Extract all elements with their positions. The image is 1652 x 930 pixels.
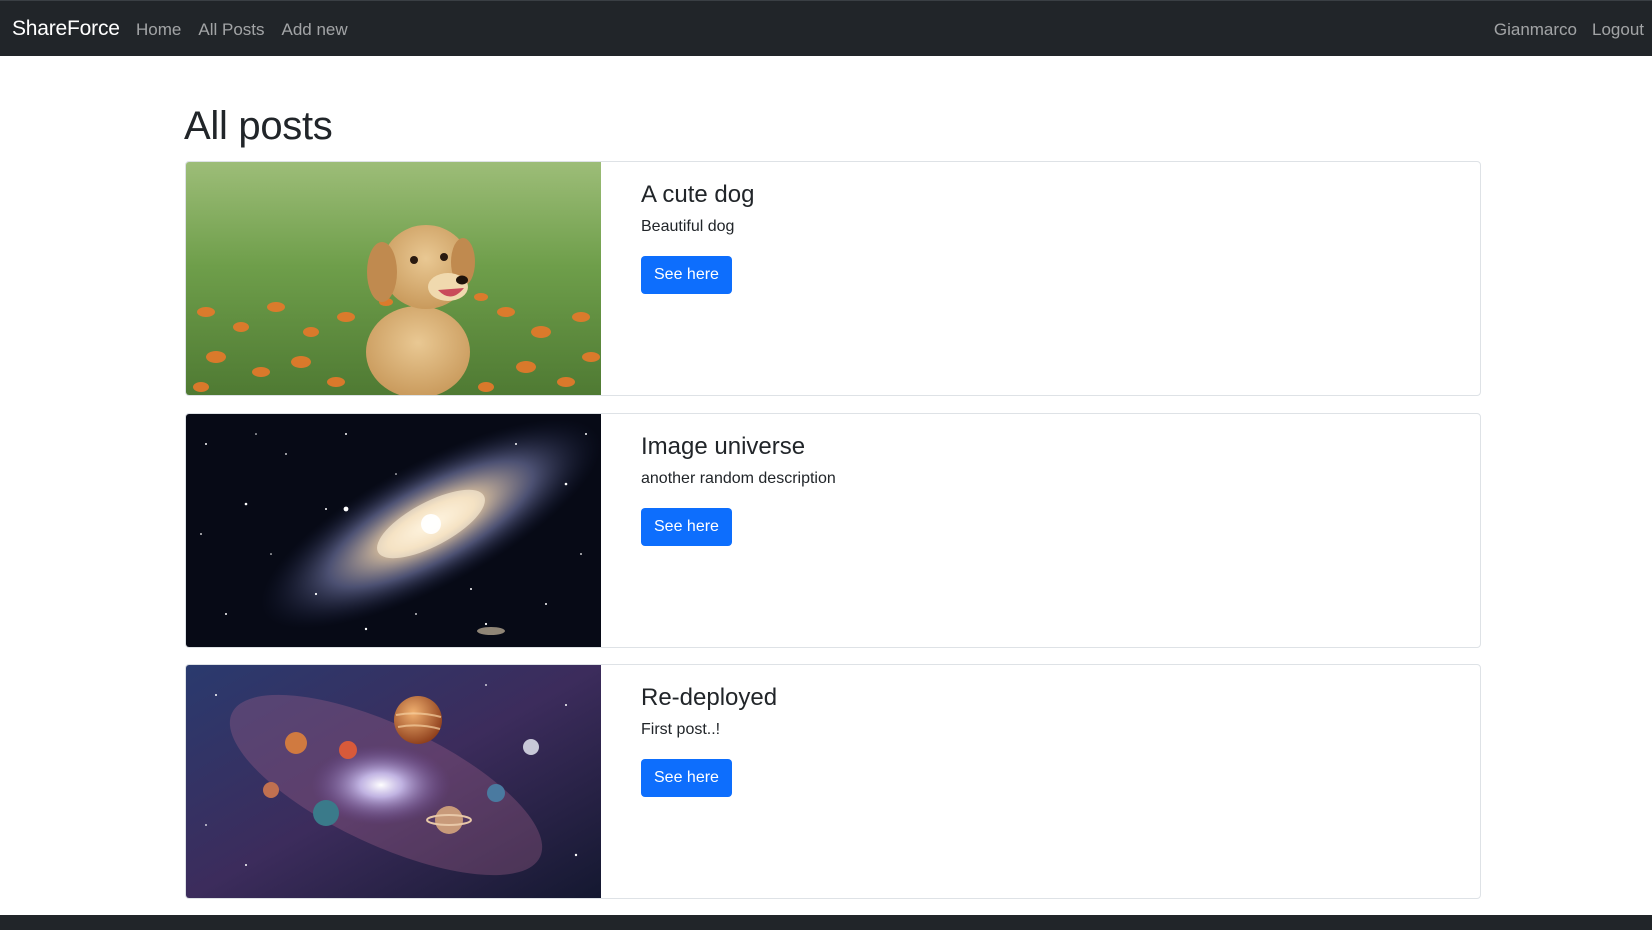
post-card: Re-deployed First post..! See here	[185, 664, 1481, 899]
post-title: Re-deployed	[641, 684, 778, 711]
post-image-dog	[186, 162, 601, 395]
post-card: A cute dog Beautiful dog See here	[185, 161, 1481, 396]
nav-link-home[interactable]: Home	[136, 20, 181, 40]
post-description: another random description	[641, 470, 836, 487]
post-card: Image universe another random descriptio…	[185, 413, 1481, 648]
nav-logout-link[interactable]: Logout	[1592, 20, 1644, 40]
brand-link[interactable]: ShareForce	[12, 17, 120, 41]
post-body: Image universe another random descriptio…	[641, 414, 1480, 647]
post-description: Beautiful dog	[641, 218, 735, 235]
page-title: All posts	[184, 104, 333, 148]
see-here-button[interactable]: See here	[641, 508, 732, 546]
top-navbar: ShareForce Home All Posts Add new Gianma…	[0, 0, 1652, 56]
footer-bar	[0, 915, 1652, 930]
post-description: First post..!	[641, 721, 721, 738]
nav-link-all-posts[interactable]: All Posts	[198, 20, 264, 40]
see-here-button[interactable]: See here	[641, 256, 732, 294]
nav-user-area: Gianmarco Logout	[1494, 20, 1644, 40]
post-image-planets	[186, 665, 601, 898]
post-body: A cute dog Beautiful dog See here	[641, 162, 1480, 395]
nav-links: Home All Posts Add new	[136, 20, 348, 40]
nav-user-link[interactable]: Gianmarco	[1494, 20, 1577, 40]
post-title: A cute dog	[641, 181, 755, 208]
post-title: Image universe	[641, 433, 806, 460]
nav-link-add-new[interactable]: Add new	[282, 20, 348, 40]
post-image-galaxy	[186, 414, 601, 647]
see-here-button[interactable]: See here	[641, 759, 732, 797]
post-body: Re-deployed First post..! See here	[641, 665, 1480, 898]
